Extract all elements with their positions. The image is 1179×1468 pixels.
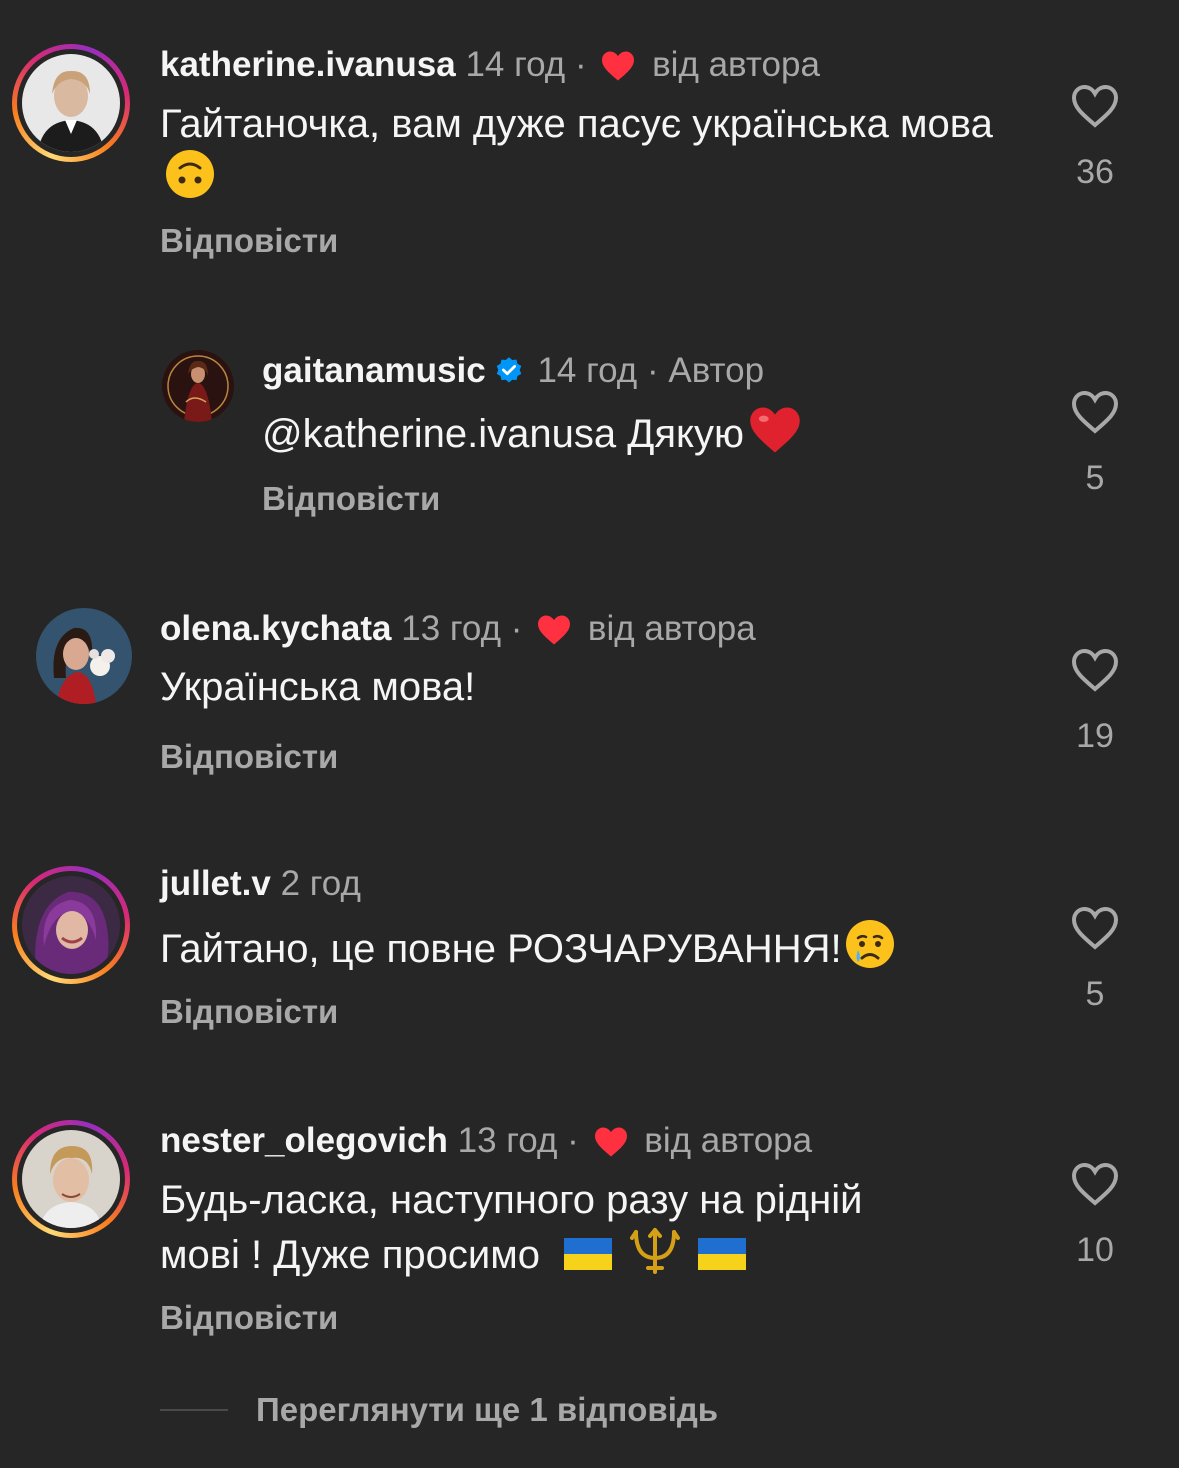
comment-text: Гайтаночка, вам дуже пасує українська мо…: [160, 100, 1020, 203]
reply-button[interactable]: Відповісти: [160, 992, 338, 1032]
username-link[interactable]: gaitanamusic: [262, 351, 486, 390]
comment-time: 14 год: [537, 351, 638, 390]
separator-dot: ·: [574, 45, 587, 84]
comment-text: Українська мова!: [160, 665, 476, 709]
comment-text: Гайтано, це повне РОЗЧАРУВАННЯ!: [160, 918, 1020, 973]
comment-meta: katherine.ivanusa 14 год · від автора: [160, 45, 820, 85]
verified-badge-icon: [496, 357, 521, 383]
comment-meta: gaitanamusic 14 год · Автор: [262, 351, 764, 391]
username-link[interactable]: jullet.v: [160, 864, 271, 903]
like-control: 5: [1066, 906, 1124, 1014]
comment-text: Будь-ласка, наступного разу на рідній мо…: [160, 1176, 1020, 1279]
comment-text: @katherine.ivanusa Дякую: [262, 405, 1022, 458]
view-more-replies-button[interactable]: Переглянути ще 1 відповідь: [160, 1388, 718, 1432]
like-count: 10: [1076, 1231, 1114, 1269]
heart-outline-icon[interactable]: [1071, 906, 1119, 950]
reply-item: gaitanamusic 14 год · Автор @katherine.i…: [0, 300, 1179, 560]
like-control: 19: [1066, 648, 1124, 756]
comment-meta: jullet.v 2 год: [160, 864, 361, 904]
ukraine-flag-emoji-icon: [564, 1238, 613, 1270]
avatar: [22, 876, 120, 974]
heart-filled-icon: [538, 615, 571, 645]
heart-outline-icon[interactable]: [1071, 390, 1119, 434]
heart-outline-icon[interactable]: [1071, 648, 1119, 692]
comment-text-line: мові ! Дуже просимо: [160, 1224, 1020, 1279]
heart-outline-icon[interactable]: [1071, 1162, 1119, 1206]
view-more-replies-label: Переглянути ще 1 відповідь: [256, 1391, 719, 1428]
username-link[interactable]: katherine.ivanusa: [160, 45, 456, 84]
comment-time: 13 год: [457, 1121, 558, 1160]
like-count: 5: [1085, 459, 1105, 497]
reply-button[interactable]: Відповісти: [262, 479, 440, 519]
avatar-story-ring[interactable]: [12, 866, 130, 984]
comment-meta: olena.kychata 13 год · від автора: [160, 609, 756, 649]
author-label: Автор: [668, 351, 765, 390]
red-heart-emoji-icon: [750, 407, 800, 453]
liked-by-author-label: від автора: [652, 45, 820, 84]
like-control: 5: [1066, 390, 1124, 498]
comment-item: nester_olegovich 13 год · від автора Буд…: [0, 1100, 1179, 1360]
comment-time: 13 год: [401, 609, 502, 648]
username-link[interactable]: nester_olegovich: [160, 1121, 448, 1160]
trident-emoji-icon: [630, 1228, 681, 1274]
username-link[interactable]: olena.kychata: [160, 609, 392, 648]
avatar: [22, 1130, 120, 1228]
reply-button[interactable]: Відповісти: [160, 1298, 338, 1338]
crying-face-emoji-icon: [845, 920, 894, 968]
reply-button[interactable]: Відповісти: [160, 221, 338, 261]
comment-time: 2 год: [280, 864, 361, 903]
like-control: 36: [1066, 84, 1124, 192]
avatar-story-ring[interactable]: [12, 44, 130, 162]
like-count: 19: [1076, 717, 1114, 755]
like-count: 36: [1076, 153, 1114, 191]
liked-by-author-label: від автора: [644, 1121, 813, 1160]
like-control: 10: [1066, 1162, 1124, 1270]
avatar[interactable]: [36, 608, 132, 704]
avatar: [22, 54, 120, 152]
comment-item: katherine.ivanusa 14 год · від автора Га…: [0, 0, 1179, 280]
avatar[interactable]: [162, 350, 234, 422]
comment-meta: nester_olegovich 13 год · від автора: [160, 1121, 812, 1161]
comment-item: olena.kychata 13 год · від автора Україн…: [0, 580, 1179, 820]
heart-filled-icon: [602, 51, 635, 81]
divider-line: [160, 1409, 228, 1411]
separator-dot: ·: [567, 1121, 579, 1160]
separator-dot: ·: [510, 609, 523, 648]
heart-outline-icon[interactable]: [1071, 84, 1119, 128]
heart-filled-icon: [594, 1127, 627, 1157]
liked-by-author-label: від автора: [587, 609, 756, 648]
avatar-story-ring[interactable]: [12, 1120, 130, 1238]
comment-text-line: Будь-ласка, наступного разу на рідній: [160, 1178, 863, 1222]
comment-item: jullet.v 2 год Гайтано, це повне РОЗЧАРУ…: [0, 840, 1179, 1080]
comment-time: 14 год: [465, 45, 566, 84]
ukraine-flag-emoji-icon: [698, 1238, 747, 1270]
upside-down-face-emoji-icon: [166, 150, 214, 198]
reply-button[interactable]: Відповісти: [160, 737, 338, 777]
separator-dot: ·: [646, 351, 659, 390]
like-count: 5: [1085, 975, 1105, 1013]
